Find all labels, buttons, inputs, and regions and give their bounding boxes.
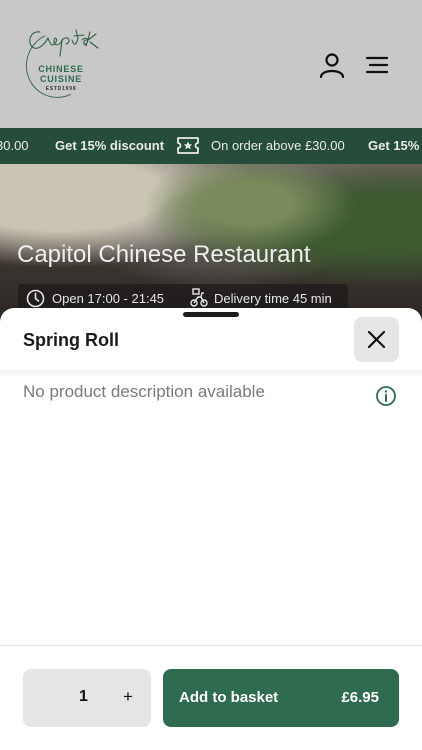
ticket-star-icon: [177, 137, 199, 154]
promo-text: 30.00: [0, 138, 29, 153]
info-icon[interactable]: [375, 385, 397, 407]
quantity-increase-button[interactable]: +: [121, 687, 135, 707]
promo-condition-text: On order above £30.00: [211, 138, 345, 153]
hero-banner: Capitol Chinese Restaurant Open 17:00 - …: [0, 164, 422, 324]
hamburger-menu-icon[interactable]: [364, 54, 390, 76]
promo-discount-text: Get 15% discount: [55, 138, 165, 153]
logo-text-chinese: CHINESE: [38, 64, 84, 74]
title-divider: [0, 370, 422, 378]
product-description: No product description available: [23, 382, 265, 401]
logo-text-established: ESTD1998: [45, 86, 77, 92]
header: CHINESE CUISINE ESTD1998: [0, 0, 422, 128]
logo-script-signature: [29, 29, 99, 57]
product-price: £6.95: [341, 689, 379, 706]
quantity-value: 1: [79, 688, 88, 705]
opening-hours: Open 17:00 - 21:45: [52, 291, 165, 306]
promo-discount-text-repeat: Get 15%: [368, 138, 420, 153]
close-icon: [367, 330, 386, 349]
footer-divider: [0, 645, 422, 646]
product-title: Spring Roll: [23, 330, 119, 350]
add-to-basket-button[interactable]: Add to basket £6.95: [163, 669, 399, 727]
restaurant-logo[interactable]: CHINESE CUISINE ESTD1998: [16, 23, 100, 107]
clock-icon: [26, 289, 45, 308]
user-icon[interactable]: [318, 52, 346, 78]
delivery-bike-icon: [190, 288, 208, 307]
sheet-drag-handle[interactable]: [183, 312, 239, 317]
promo-ticker: 30.00 Get 15% discount On order above £3…: [0, 128, 422, 164]
add-to-basket-label: Add to basket: [179, 689, 279, 706]
logo-text-cuisine: CUISINE: [39, 74, 83, 84]
close-button[interactable]: [354, 317, 399, 362]
quantity-stepper[interactable]: 1 +: [23, 669, 151, 727]
delivery-time: Delivery time 45 min: [214, 291, 332, 306]
restaurant-name: Capitol Chinese Restaurant: [17, 241, 311, 268]
